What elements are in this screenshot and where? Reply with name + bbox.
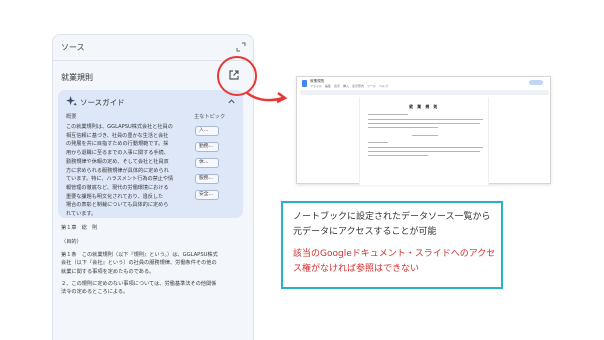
summary-text: この就業規則は、GGLAPSU株式会社と社員の 相互信頼に基づき、社員の豊かな生… xyxy=(66,124,174,218)
source-body-text: 第１章 総 則 （目的） 第１条 この就業規則（以下『規則』という。）は、GGL… xyxy=(61,224,249,297)
chevron-up-icon[interactable] xyxy=(227,97,236,106)
doc-text-line xyxy=(368,142,388,143)
doc-toolbar xyxy=(300,90,549,95)
source-doc-title: 就業規則 xyxy=(61,73,93,82)
doc-text-line xyxy=(412,135,438,136)
doc-text-line xyxy=(368,119,483,120)
panel-header: ソース xyxy=(53,35,253,61)
doc-menu-bar: ファイル 編集 表示 挿入 表示形式 ツール ヘルプ xyxy=(310,84,389,88)
doc-text-line xyxy=(368,147,483,148)
topic-chip[interactable]: 休... xyxy=(195,158,219,168)
highlight-circle xyxy=(217,56,257,96)
doc-text-line xyxy=(368,151,480,152)
purpose-heading: （目的） xyxy=(61,239,82,246)
source-guide-title: ソースガイド xyxy=(80,98,125,107)
warning-text: 該当のGoogleドキュメント・スライドへのアクセ ス権がなければ参照はできない xyxy=(293,249,496,274)
topic-chip[interactable]: 服務... xyxy=(195,174,219,184)
panel-title: ソース xyxy=(61,43,85,52)
topic-chip[interactable]: 入... xyxy=(195,126,219,136)
doc-text-line xyxy=(368,127,438,128)
google-docs-window: 就業規則 ファイル 編集 表示 挿入 表示形式 ツール ヘルプ 就 業 規 則 xyxy=(296,76,551,185)
docs-logo-icon xyxy=(302,80,307,87)
share-button[interactable] xyxy=(529,80,543,85)
topic-chip[interactable]: 安全... xyxy=(195,190,219,200)
info-callout: ノートブックに設定されたデータソース一覧から 元データにアクセスすることが可能 … xyxy=(281,201,503,289)
doc-text-line xyxy=(368,123,480,124)
chapter-heading: 第１章 総 則 xyxy=(61,225,98,231)
doc-text-line xyxy=(368,114,408,115)
article-2: ２、この規則に定めのない事項については、労働基準法その他関係 法令の定めるところ… xyxy=(61,281,217,296)
doc-heading: 就 業 規 則 xyxy=(409,104,439,109)
info-text: ノートブックに設定されたデータソース一覧から 元データにアクセスすることが可能 xyxy=(293,212,491,237)
doc-page: 就 業 規 則 xyxy=(359,97,489,185)
topic-chip[interactable]: 勤務... xyxy=(195,142,219,152)
sparkle-icon xyxy=(66,96,77,107)
summary-label: 概要 xyxy=(66,114,77,120)
collapse-icon[interactable] xyxy=(236,42,246,52)
topics-label: 主なトピック xyxy=(194,114,226,120)
article-1: 第１条 この就業規則（以下『規則』という。）は、GGLAPSU株式 会社（以下『… xyxy=(61,251,218,275)
doc-text-line xyxy=(368,155,428,156)
source-guide: ソースガイド 概要 主なトピック この就業規則は、GGLAPSU株式会社と社員の… xyxy=(58,90,243,218)
